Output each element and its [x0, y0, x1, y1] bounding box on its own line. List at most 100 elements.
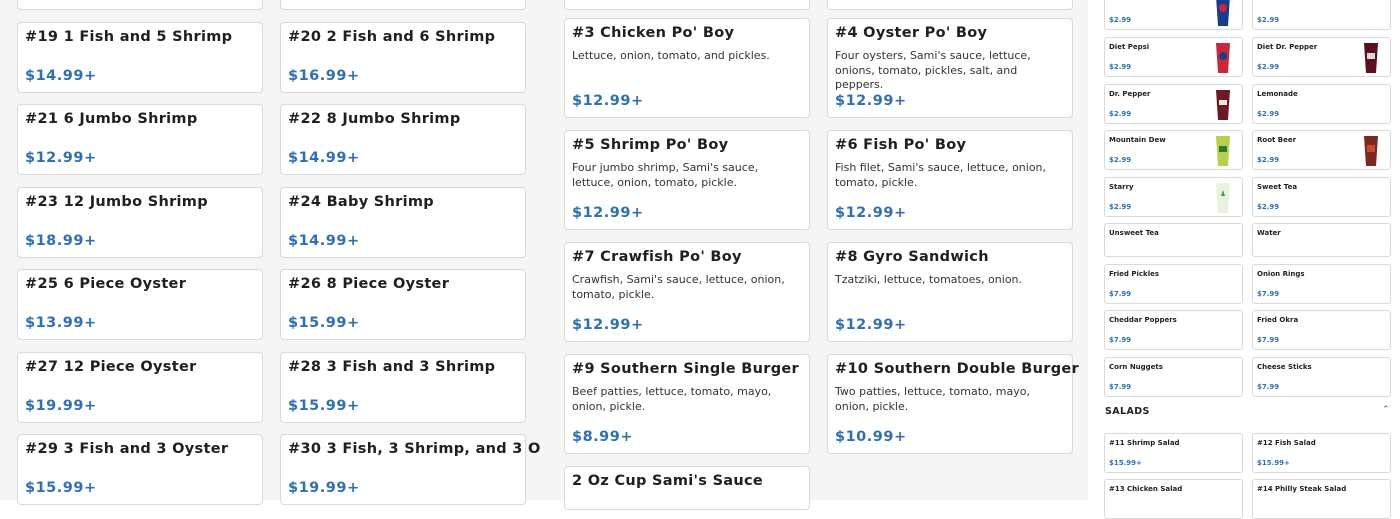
item-price: $12.99+: [835, 205, 907, 221]
salads-section-heading[interactable]: SALADS: [1105, 406, 1150, 417]
menu-item-card[interactable]: #25 6 Piece Oyster $13.99+: [17, 269, 263, 340]
drink-card-partial[interactable]: $2.99: [1252, 0, 1391, 30]
drink-name: Lemonade: [1257, 90, 1298, 98]
item-price: $12.99+: [572, 205, 644, 221]
menu-item-card[interactable]: #8 Gyro Sandwich Tzatziki, lettuce, toma…: [827, 242, 1073, 342]
item-price: $15.99+: [25, 480, 97, 496]
chevron-up-icon[interactable]: ⌃: [1382, 405, 1390, 415]
side-price: $7.99: [1257, 336, 1280, 344]
menu-item-card-partial[interactable]: [827, 0, 1073, 10]
drink-card-lemonade[interactable]: Lemonade $2.99: [1252, 84, 1391, 124]
menu-item-card[interactable]: #6 Fish Po' Boy Fish filet, Sami's sauce…: [827, 130, 1073, 230]
item-price: $16.99+: [288, 68, 360, 84]
side-card[interactable]: Onion Rings $7.99: [1252, 264, 1391, 304]
menu-item-card[interactable]: #24 Baby Shrimp $14.99+: [280, 187, 526, 258]
side-card[interactable]: Fried Okra $7.99: [1252, 310, 1391, 350]
salad-card[interactable]: #12 Fish Salad $15.99+: [1252, 433, 1391, 473]
drink-name: Dr. Pepper: [1109, 90, 1151, 98]
root-beer-cup-icon: [1364, 136, 1378, 166]
item-title: #29 3 Fish and 3 Oyster: [25, 441, 229, 457]
menu-item-card[interactable]: #28 3 Fish and 3 Shrimp $15.99+: [280, 352, 526, 423]
item-price: $19.99+: [288, 480, 360, 496]
drink-name: Diet Pepsi: [1109, 43, 1150, 51]
menu-item-card[interactable]: #21 6 Jumbo Shrimp $12.99+: [17, 104, 263, 175]
item-title: #19 1 Fish and 5 Shrimp: [25, 29, 233, 45]
menu-item-card[interactable]: #29 3 Fish and 3 Oyster $15.99+: [17, 434, 263, 505]
side-name: Onion Rings: [1257, 270, 1305, 278]
salad-card[interactable]: #14 Philly Steak Salad: [1252, 479, 1391, 519]
drink-price: $2.99: [1109, 203, 1132, 211]
item-price: $18.99+: [25, 233, 97, 249]
drink-card-diet-dr-pepper[interactable]: Diet Dr. Pepper $2.99: [1252, 37, 1391, 77]
side-card[interactable]: Corn Nuggets $7.99: [1104, 357, 1243, 397]
drink-card-dr-pepper[interactable]: Dr. Pepper $2.99: [1104, 84, 1243, 124]
drink-card-starry[interactable]: Starry $2.99: [1104, 177, 1243, 217]
menu-item-card[interactable]: #9 Southern Single Burger Beef patties, …: [564, 354, 810, 454]
salad-name: #11 Shrimp Salad: [1109, 439, 1180, 447]
menu-item-card[interactable]: #26 8 Piece Oyster $15.99+: [280, 269, 526, 340]
menu-item-card[interactable]: #3 Chicken Po' Boy Lettuce, onion, tomat…: [564, 18, 810, 118]
seafood-column: #19 1 Fish and 5 Shrimp $14.99+ #20 2 Fi…: [0, 0, 584, 505]
side-price: $7.99: [1109, 290, 1132, 298]
menu-item-card-partial[interactable]: [17, 0, 263, 10]
menu-item-card[interactable]: #22 8 Jumbo Shrimp $14.99+: [280, 104, 526, 175]
side-card[interactable]: Cheddar Poppers $7.99: [1104, 310, 1243, 350]
starry-cup-icon: [1216, 183, 1230, 213]
drinks-sides-column: $2.99 $2.99 Diet Pepsi $2.99 Diet Dr. Pe…: [1088, 0, 1400, 519]
drink-card-sweet-tea[interactable]: Sweet Tea $2.99: [1252, 177, 1391, 217]
salad-card[interactable]: #13 Chicken Salad: [1104, 479, 1243, 519]
drink-card-water[interactable]: Water: [1252, 223, 1391, 257]
drink-card-unsweet-tea[interactable]: Unsweet Tea: [1104, 223, 1243, 257]
drink-card-mountain-dew[interactable]: Mountain Dew $2.99: [1104, 130, 1243, 170]
item-title: #6 Fish Po' Boy: [835, 137, 967, 153]
item-description: Lettuce, onion, tomato, and pickles.: [572, 49, 770, 62]
drink-price: $2.99: [1257, 203, 1280, 211]
menu-item-card[interactable]: #20 2 Fish and 6 Shrimp $16.99+: [280, 22, 526, 93]
side-name: Corn Nuggets: [1109, 363, 1163, 371]
item-description: Four oysters, Sami's sauce, lettuce, oni…: [835, 49, 1031, 91]
menu-item-card[interactable]: #7 Crawfish Po' Boy Crawfish, Sami's sau…: [564, 242, 810, 342]
menu-item-card-partial[interactable]: [280, 0, 526, 10]
drink-name: Mountain Dew: [1109, 136, 1166, 144]
drink-card-root-beer[interactable]: Root Beer $2.99: [1252, 130, 1391, 170]
dr-pepper-cup-icon: [1216, 90, 1230, 120]
drink-price: $2.99: [1257, 156, 1280, 164]
menu-item-card-partial[interactable]: [564, 0, 810, 10]
menu-item-card[interactable]: #10 Southern Double Burger Two patties, …: [827, 354, 1079, 454]
menu-item-card[interactable]: #4 Oyster Po' Boy Four oysters, Sami's s…: [827, 18, 1073, 118]
menu-item-card[interactable]: #23 12 Jumbo Shrimp $18.99+: [17, 187, 263, 258]
salad-card[interactable]: #11 Shrimp Salad $15.99+: [1104, 433, 1243, 473]
menu-item-card[interactable]: #27 12 Piece Oyster $19.99+: [17, 352, 263, 423]
item-title: #24 Baby Shrimp: [288, 194, 434, 210]
drink-card-diet-pepsi[interactable]: Diet Pepsi $2.99: [1104, 37, 1243, 77]
item-title: #4 Oyster Po' Boy: [835, 25, 988, 41]
item-title: #8 Gyro Sandwich: [835, 249, 989, 265]
drink-name: Starry: [1109, 183, 1134, 191]
salad-name: #12 Fish Salad: [1257, 439, 1316, 447]
drink-card-pepsi[interactable]: $2.99: [1104, 0, 1243, 30]
side-price: $7.99: [1109, 336, 1132, 344]
side-card[interactable]: Cheese Sticks $7.99: [1252, 357, 1391, 397]
salad-price: $15.99+: [1257, 459, 1290, 467]
side-card[interactable]: Fried Pickles $7.99: [1104, 264, 1243, 304]
item-description: Two patties, lettuce, tomato, mayo, onio…: [835, 385, 1030, 413]
menu-item-card[interactable]: #30 3 Fish, 3 Shrimp, and 3 Oyster $19.9…: [280, 434, 584, 505]
item-price: $8.99+: [572, 429, 634, 445]
item-title: #7 Crawfish Po' Boy: [572, 249, 742, 265]
item-price: $14.99+: [288, 233, 360, 249]
drink-name: Unsweet Tea: [1109, 229, 1159, 237]
menu-item-card[interactable]: #19 1 Fish and 5 Shrimp $14.99+: [17, 22, 263, 93]
item-title: #30 3 Fish, 3 Shrimp, and 3 Oyster: [288, 441, 585, 457]
menu-item-card[interactable]: 2 Oz Cup Sami's Sauce: [564, 466, 810, 510]
item-price: $12.99+: [835, 317, 907, 333]
menu-item-card[interactable]: #5 Shrimp Po' Boy Four jumbo shrimp, Sam…: [564, 130, 810, 230]
item-description: Tzatziki, lettuce, tomatoes, onion.: [835, 273, 1023, 286]
item-title: #23 12 Jumbo Shrimp: [25, 194, 208, 210]
side-name: Cheese Sticks: [1257, 363, 1312, 371]
side-price: $7.99: [1109, 383, 1132, 391]
item-price: $10.99+: [835, 429, 907, 445]
drink-name: Sweet Tea: [1257, 183, 1298, 191]
drink-price: $2.99: [1109, 110, 1132, 118]
drink-price: $2.99: [1109, 16, 1132, 24]
item-description: Fish filet, Sami's sauce, lettuce, onion…: [835, 161, 1047, 189]
